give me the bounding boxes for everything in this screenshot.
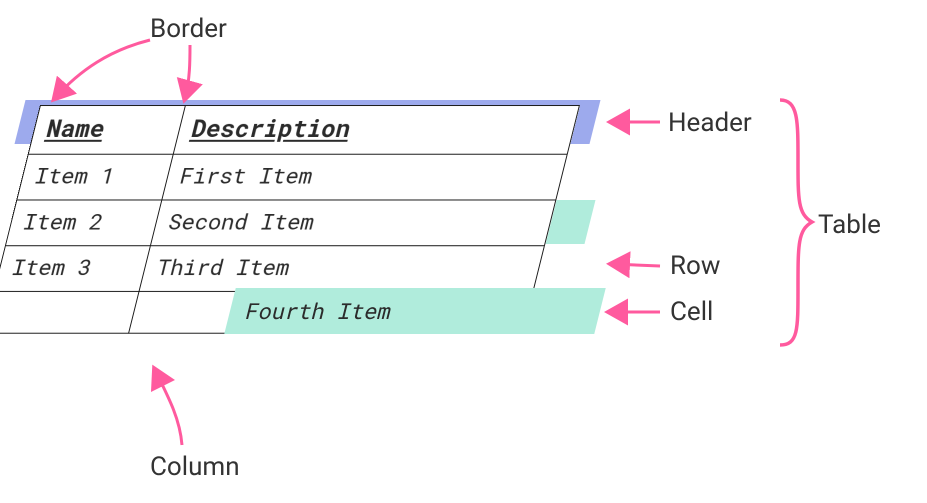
arrow-row-icon (612, 264, 660, 266)
arrow-border-left-icon (55, 40, 150, 98)
cell-name: Item 1 (17, 154, 173, 200)
brace-table-icon (780, 100, 812, 345)
label-header: Header (668, 108, 752, 138)
cell-name: Item 3 (0, 246, 150, 292)
table-row: Item 1 First Item (17, 154, 567, 200)
table-row: Item 2 Second Item (5, 200, 555, 246)
arrow-column-icon (155, 370, 182, 445)
header-name: Name (28, 105, 185, 154)
table-row: Item 3 Third Item (0, 246, 544, 292)
cell-desc: Third Item (139, 246, 544, 292)
header-description: Description (173, 105, 579, 154)
floating-cell: Fourth Item (224, 288, 605, 334)
cell-desc: First Item (162, 154, 567, 200)
label-border: Border (150, 14, 227, 44)
label-cell: Cell (670, 297, 713, 327)
diagram-stage: Name Description Item 1 First Item Item … (0, 0, 927, 503)
cell-name (0, 291, 139, 333)
label-table: Table (818, 210, 881, 240)
label-column: Column (150, 452, 240, 482)
cell-desc: Second Item (150, 200, 555, 246)
header-row: Name Description (28, 105, 579, 154)
label-row: Row (670, 251, 720, 281)
cell-name: Item 2 (5, 200, 161, 246)
table-head: Name Description (28, 105, 579, 154)
floating-cell-text: Fourth Item (243, 296, 395, 325)
arrow-border-right-icon (185, 45, 190, 98)
